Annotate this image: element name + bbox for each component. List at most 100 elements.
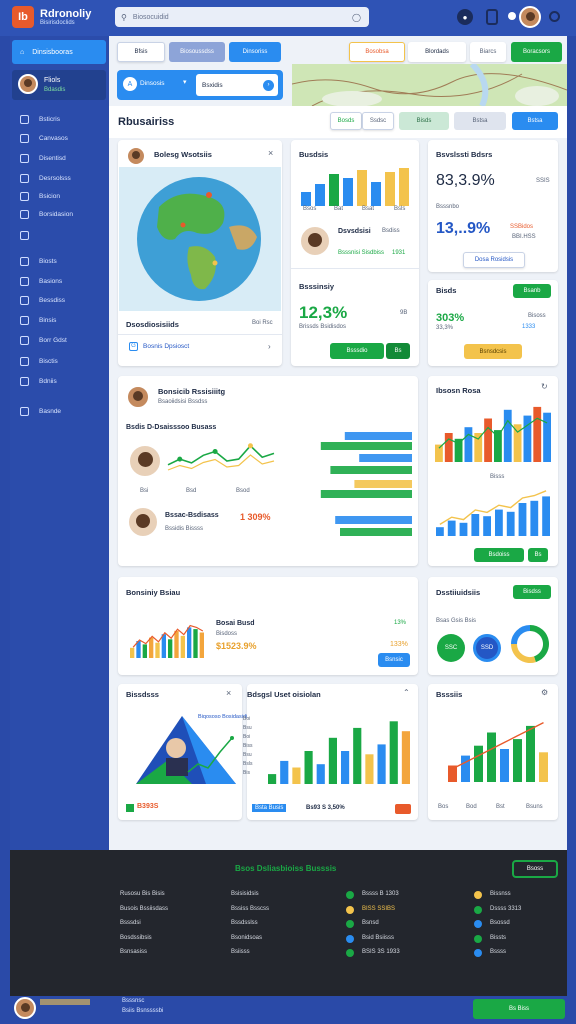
footer-link[interactable]: Bssiss Bsscss bbox=[231, 906, 269, 912]
map-card-avatar bbox=[126, 146, 146, 166]
tab-second[interactable]: Biosoussdss bbox=[169, 42, 225, 62]
refresh-icon[interactable]: ↻ bbox=[541, 382, 548, 391]
donut-button[interactable]: Bisdss bbox=[513, 585, 551, 599]
go-icon[interactable]: › bbox=[263, 79, 274, 91]
sidebar-item[interactable]: Basnde bbox=[20, 404, 100, 418]
footer-link[interactable]: Bsonidsoas bbox=[231, 935, 262, 941]
toolbar-button-1[interactable]: Bosobsa bbox=[349, 42, 405, 62]
chevron-up-icon[interactable]: ⌃ bbox=[403, 688, 410, 697]
settings-icon[interactable]: ⚙ bbox=[541, 688, 548, 697]
growth-value: 12,3% bbox=[299, 303, 348, 322]
close-icon[interactable]: × bbox=[226, 688, 231, 698]
mixed-button-secondary[interactable]: Bs bbox=[528, 548, 548, 562]
user-avatar[interactable] bbox=[519, 6, 541, 28]
team-hbar bbox=[359, 454, 412, 462]
globe-map[interactable] bbox=[119, 167, 281, 311]
sidebar-item[interactable]: Biosts bbox=[20, 254, 100, 268]
search-input[interactable]: ⚲ Biosocuidid ◯ bbox=[115, 7, 369, 27]
toolbar-button-2[interactable]: Blordads bbox=[408, 42, 466, 62]
footer-status-dot-icon bbox=[346, 920, 354, 928]
footer-link[interactable]: Bissnss bbox=[490, 891, 511, 897]
sidebar-item[interactable]: Desrsolsss bbox=[20, 171, 100, 185]
footer-link[interactable]: Dssss 3313 bbox=[490, 906, 521, 912]
distribution-bar bbox=[280, 760, 289, 784]
footer-link[interactable]: Bssss bbox=[490, 949, 506, 955]
sidebar-item-icon bbox=[20, 335, 29, 345]
chevron-right-icon[interactable]: › bbox=[268, 342, 271, 351]
distribution-bar bbox=[401, 731, 410, 784]
overview-action-3[interactable]: Bisds bbox=[399, 112, 449, 130]
sidebar-item[interactable]: Borsidasion bbox=[20, 207, 100, 221]
sidebar-user-name: Fliols bbox=[44, 77, 61, 84]
overview-action-4[interactable]: Bstsa bbox=[454, 112, 506, 130]
toolbar-button-4[interactable]: Boracsors bbox=[511, 42, 562, 62]
footer-button[interactable]: Bsoss bbox=[512, 860, 558, 878]
growth-button-secondary[interactable]: Bs bbox=[386, 343, 410, 359]
team-hbar bbox=[340, 528, 412, 536]
bars-chart-bar bbox=[343, 178, 353, 206]
footer-link[interactable]: BISS SSIBS bbox=[362, 906, 395, 912]
sidebar-item[interactable]: Disentisd bbox=[20, 151, 100, 165]
footer-link[interactable]: Bsisisidsis bbox=[231, 891, 259, 897]
footer-link[interactable]: Bssdsslss bbox=[231, 920, 258, 926]
sidebar-item[interactable]: Basions bbox=[20, 274, 100, 288]
footer-link[interactable]: Bsnsd bbox=[362, 920, 379, 926]
footer-link[interactable]: Bsssdsi bbox=[120, 920, 141, 926]
footer-link[interactable]: Bsnsasiss bbox=[120, 949, 147, 955]
revenue-button[interactable]: Bsnsic bbox=[378, 653, 410, 667]
sidebar-item[interactable]: Bsticris bbox=[20, 112, 100, 126]
growth-button[interactable]: Bsssdio bbox=[330, 343, 384, 359]
sidebar-item-dashboard[interactable]: ⌂ Dinsisbooras bbox=[12, 40, 106, 64]
footer-link[interactable]: Busois Bssiisdass bbox=[120, 906, 168, 912]
close-icon[interactable]: × bbox=[268, 148, 273, 158]
map-card-link[interactable]: Bosnis Dpsiosct bbox=[143, 343, 189, 350]
filter-select[interactable]: Dinsosis bbox=[140, 80, 165, 87]
chevron-down-icon[interactable]: ▾ bbox=[183, 78, 187, 86]
settings-icon[interactable] bbox=[549, 11, 560, 22]
footer-link[interactable]: Bissts bbox=[490, 935, 506, 941]
footer-link[interactable]: Bsid Bsiisss bbox=[362, 935, 394, 941]
footer-link[interactable]: BSIS 3S 1933 bbox=[362, 949, 400, 955]
mic-icon[interactable]: ◯ bbox=[352, 13, 361, 22]
bottom-avatar[interactable] bbox=[14, 997, 36, 1019]
bars-person-num: 1931 bbox=[392, 250, 406, 256]
bookmark-icon[interactable] bbox=[486, 9, 498, 25]
footer-status-dot-icon bbox=[474, 949, 482, 957]
footer-link[interactable]: Rusosu Bis Bisis bbox=[120, 891, 165, 897]
summary-chart bbox=[448, 721, 548, 782]
stat-button[interactable]: Dosa Rosidsis bbox=[463, 252, 525, 268]
sidebar-item[interactable]: Bessdiss bbox=[20, 293, 100, 307]
tab-first[interactable]: Bfsis bbox=[117, 42, 165, 62]
bars-x-label-2: Bat bbox=[334, 206, 344, 212]
filter-input[interactable]: Bsxidis › bbox=[196, 74, 278, 96]
map-strip[interactable] bbox=[292, 64, 567, 106]
sidebar-item-label: Desrsolsss bbox=[39, 174, 71, 182]
sidebar-item[interactable]: Binsis bbox=[20, 313, 100, 327]
sidebar-item[interactable]: Bisctis bbox=[20, 354, 100, 368]
overview-action-5[interactable]: Bstsa bbox=[512, 112, 558, 130]
notification-icon[interactable]: ● bbox=[457, 9, 473, 25]
mixed-button[interactable]: Bsdoiss bbox=[474, 548, 524, 562]
tab-third[interactable]: Dinsoriss bbox=[229, 42, 281, 62]
footer-link[interactable]: Bsiisss bbox=[231, 949, 250, 955]
mixed-x-label: Bisss bbox=[490, 474, 505, 480]
sales-yellow-button[interactable]: Bsnsdcsis bbox=[464, 344, 522, 359]
distribution-tag bbox=[395, 804, 411, 814]
sidebar-item[interactable]: Borr Gdst bbox=[20, 333, 100, 347]
footer-link[interactable]: Bosdssibsis bbox=[120, 935, 152, 941]
bottom-action-button[interactable]: Bs Biss bbox=[473, 999, 565, 1019]
bottom-sub: Bsiis Bsnssssbi bbox=[122, 1008, 164, 1014]
overview-action-2[interactable]: Ssdsc bbox=[362, 112, 394, 130]
sidebar-item[interactable]: Bdniis bbox=[20, 374, 100, 388]
sidebar-item[interactable]: Canvasos bbox=[20, 131, 100, 145]
toolbar-button-3[interactable]: Biarcs bbox=[470, 42, 506, 62]
team-hbar bbox=[354, 480, 412, 488]
sidebar-item[interactable] bbox=[20, 228, 100, 242]
footer-link[interactable]: Bsossd bbox=[490, 920, 510, 926]
footer-status-dot-icon bbox=[346, 891, 354, 899]
overview-action-1[interactable]: Bosds bbox=[330, 112, 362, 130]
sales-button[interactable]: Bsanb bbox=[513, 284, 551, 298]
bars-chart-bar bbox=[371, 182, 381, 206]
footer-link[interactable]: Bssss B 1303 bbox=[362, 891, 399, 897]
sidebar-item[interactable]: Bsicion bbox=[20, 189, 100, 203]
